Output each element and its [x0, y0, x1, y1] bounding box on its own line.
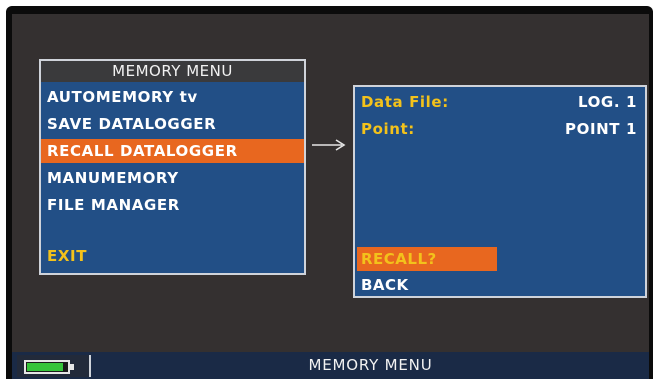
data-file-label: Data File:	[361, 93, 449, 111]
recall-button[interactable]: RECALL?	[357, 247, 497, 271]
status-bar: MEMORY MENU	[12, 352, 649, 379]
point-value[interactable]: POINT 1	[565, 118, 637, 140]
status-bar-title: MEMORY MENU	[308, 356, 433, 374]
memory-menu-list: AUTOMEMORY tv SAVE DATALOGGER RECALL DAT…	[39, 82, 306, 275]
menu-item-automemory[interactable]: AUTOMEMORY tv	[41, 85, 304, 109]
battery-level-fill	[27, 363, 63, 371]
point-label: Point:	[361, 120, 415, 138]
menu-item-file-manager[interactable]: FILE MANAGER	[41, 193, 304, 217]
battery-tip	[70, 364, 74, 370]
battery-indicator	[17, 355, 91, 377]
menu-item-save-datalogger[interactable]: SAVE DATALOGGER	[41, 112, 304, 136]
menu-item-exit[interactable]: EXIT	[41, 244, 304, 268]
data-file-value[interactable]: LOG. 1	[578, 91, 637, 113]
recall-datalogger-panel: Data File: LOG. 1 Point: POINT 1 RECALL?…	[353, 85, 647, 298]
submenu-arrow-icon	[312, 139, 346, 151]
memory-menu-title: MEMORY MENU	[39, 59, 306, 83]
device-screen: MEMORY MENU AUTOMEMORY tv SAVE DATALOGGE…	[12, 14, 649, 379]
menu-item-manumemory[interactable]: MANUMEMORY	[41, 166, 304, 190]
point-row: Point: POINT 1	[361, 118, 637, 140]
menu-item-recall-datalogger[interactable]: RECALL DATALOGGER	[41, 139, 304, 163]
back-button[interactable]: BACK	[361, 274, 409, 296]
battery-icon	[24, 360, 70, 374]
data-file-row: Data File: LOG. 1	[361, 91, 637, 113]
